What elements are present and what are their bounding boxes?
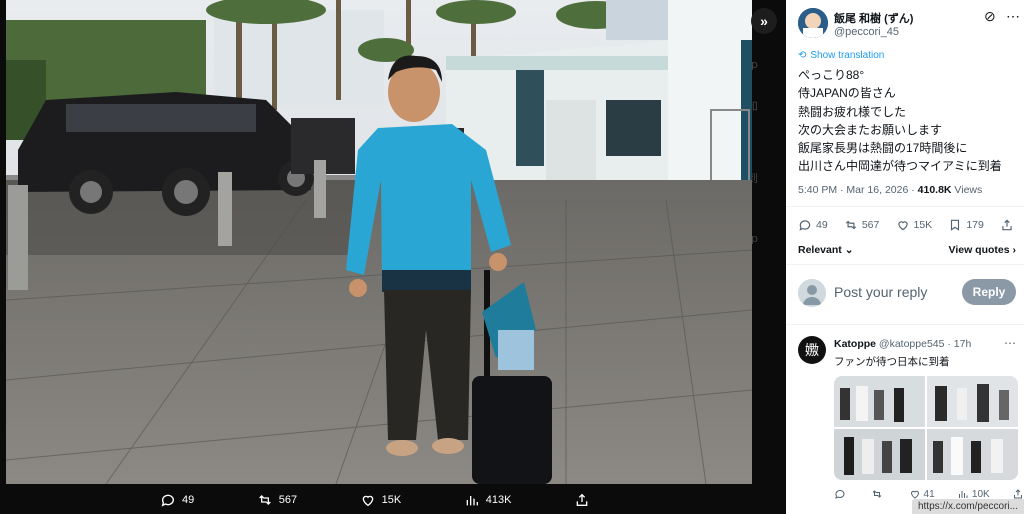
reply-submit-button[interactable]: Reply [962,279,1016,305]
tweet-stats-bar: 49 567 15K 179 [798,218,1014,232]
viewer-like-count: 15K [381,494,402,506]
reply-button[interactable]: 49 [798,218,828,232]
retweet-count: 567 [861,219,880,231]
author-name[interactable]: 飯尾 和樹 (ずん) [834,10,913,26]
reply-reply-button[interactable] [834,488,849,500]
tweet-line: ぺっこり88° [798,68,865,82]
avatar[interactable]: 嫐 [798,336,826,364]
viewer-retweet-button[interactable]: 567 [257,492,297,508]
retweet-icon [845,220,856,230]
translate-icon: ⟲ [798,50,807,61]
views-icon [466,496,478,506]
reply-views-count: 10K [971,488,990,500]
tweet-line: 飯尾家長男は熱闘の17時間後に [798,141,968,156]
reply-icon [799,220,811,231]
photo-illustration [6,0,752,484]
bookmark-icon [951,219,960,231]
tweet-metadata: 5:40 PM · Mar 16, 2026 · 410.8K Views [798,184,982,196]
tweet-time[interactable]: 5:40 PM · Mar 16, 2026 · [798,184,918,196]
divider [786,206,1024,207]
like-count: 15K [913,219,933,231]
bookmark-count: 179 [966,219,984,231]
retweet-icon [872,490,882,498]
tweet-line: 熱闘お疲れ様でした [798,104,907,119]
like-button[interactable]: 15K [896,218,933,232]
grok-icon[interactable]: ⊘ [984,8,996,25]
share-button[interactable] [1000,218,1014,232]
bookmark-button[interactable]: 179 [948,218,984,232]
more-icon[interactable]: ⋯ [1006,8,1020,25]
status-url-tooltip: https://x.com/peccori... [911,499,1024,514]
reply-media-image[interactable] [927,429,1018,480]
heart-icon [362,495,373,507]
chevron-down-icon: ⌄ [841,244,854,256]
divider [786,264,1024,265]
app-root: nt p 尾 和 に到 x hap [0,0,1024,514]
reply-icon [835,489,845,499]
viewer-share-button[interactable] [574,492,590,508]
reply-media-image[interactable] [834,429,925,480]
views-label: Views [951,184,983,196]
tweet-text: ぺっこり88° 侍JAPANの皆さん 熱闘お疲れ様でした 次の大会またお願いしま… [798,66,1018,176]
viewer-views-count: 413K [485,494,512,506]
tweet-line: 侍JAPANの皆さん [798,86,896,101]
default-avatar-icon [798,279,826,307]
divider [786,324,1024,325]
reply-media-grid[interactable] [834,376,1018,480]
tweet-line: 出川さん中岡達が待つマイアミに到着 [798,159,1002,174]
view-quotes-label: View quotes [948,244,1010,256]
retweet-icon [258,495,271,505]
viewer-views-button[interactable]: 413K [464,492,512,508]
reply-media-image[interactable] [927,376,1018,427]
reply-author[interactable]: Katoppe @katoppe545 · 17h [834,338,971,350]
retweet-button[interactable]: 567 [844,218,880,232]
more-icon[interactable]: ⋯ [1004,336,1016,350]
reply-like-count: 41 [923,488,935,500]
avatar-image [798,8,828,38]
chevron-right-icon: › [1009,244,1016,256]
show-translation-label: Show translation [810,50,885,61]
viewer-reply-count: 49 [182,494,195,506]
viewer-reply-button[interactable]: 49 [160,492,194,508]
share-icon [1002,219,1012,231]
tweet-views: 410.8K [917,184,952,196]
avatar[interactable] [798,8,828,38]
view-quotes-link[interactable]: View quotes › [949,244,1017,256]
reply-icon [161,494,174,507]
reply-media-image[interactable] [834,376,925,427]
tweet-detail-panel: 飯尾 和樹 (ずん) @peccori_45 ⊘ ⋯ ⟲ Show transl… [786,0,1024,514]
author-handle[interactable]: @peccori_45 [834,26,899,38]
viewer-retweet-count: 567 [278,494,298,506]
reply-input[interactable]: Post your reply [834,284,927,300]
show-translation-link[interactable]: ⟲ Show translation [798,50,884,61]
tweet-photo[interactable] [6,0,752,484]
sort-dropdown[interactable]: Relevant ⌄ [798,244,854,256]
avatar [798,279,826,307]
reply-retweet-button[interactable] [871,488,886,500]
reply-count: 49 [816,219,828,231]
share-icon [576,493,588,506]
reply-author-name: Katoppe [834,338,876,350]
viewer-action-bar: 49 567 15K 413K [160,486,590,514]
heart-icon [897,221,908,231]
reply-author-handle: @katoppe545 · 17h [878,338,972,350]
tweet-line: 次の大会またお願いします [798,122,943,137]
viewer-like-button[interactable]: 15K [360,492,402,508]
reply-text: ファンが待つ日本に到着 [834,356,950,368]
chevrons-right-icon[interactable]: » [751,8,777,34]
media-viewer: nt p 尾 和 に到 x hap [0,0,786,514]
sort-label: Relevant [798,244,842,256]
